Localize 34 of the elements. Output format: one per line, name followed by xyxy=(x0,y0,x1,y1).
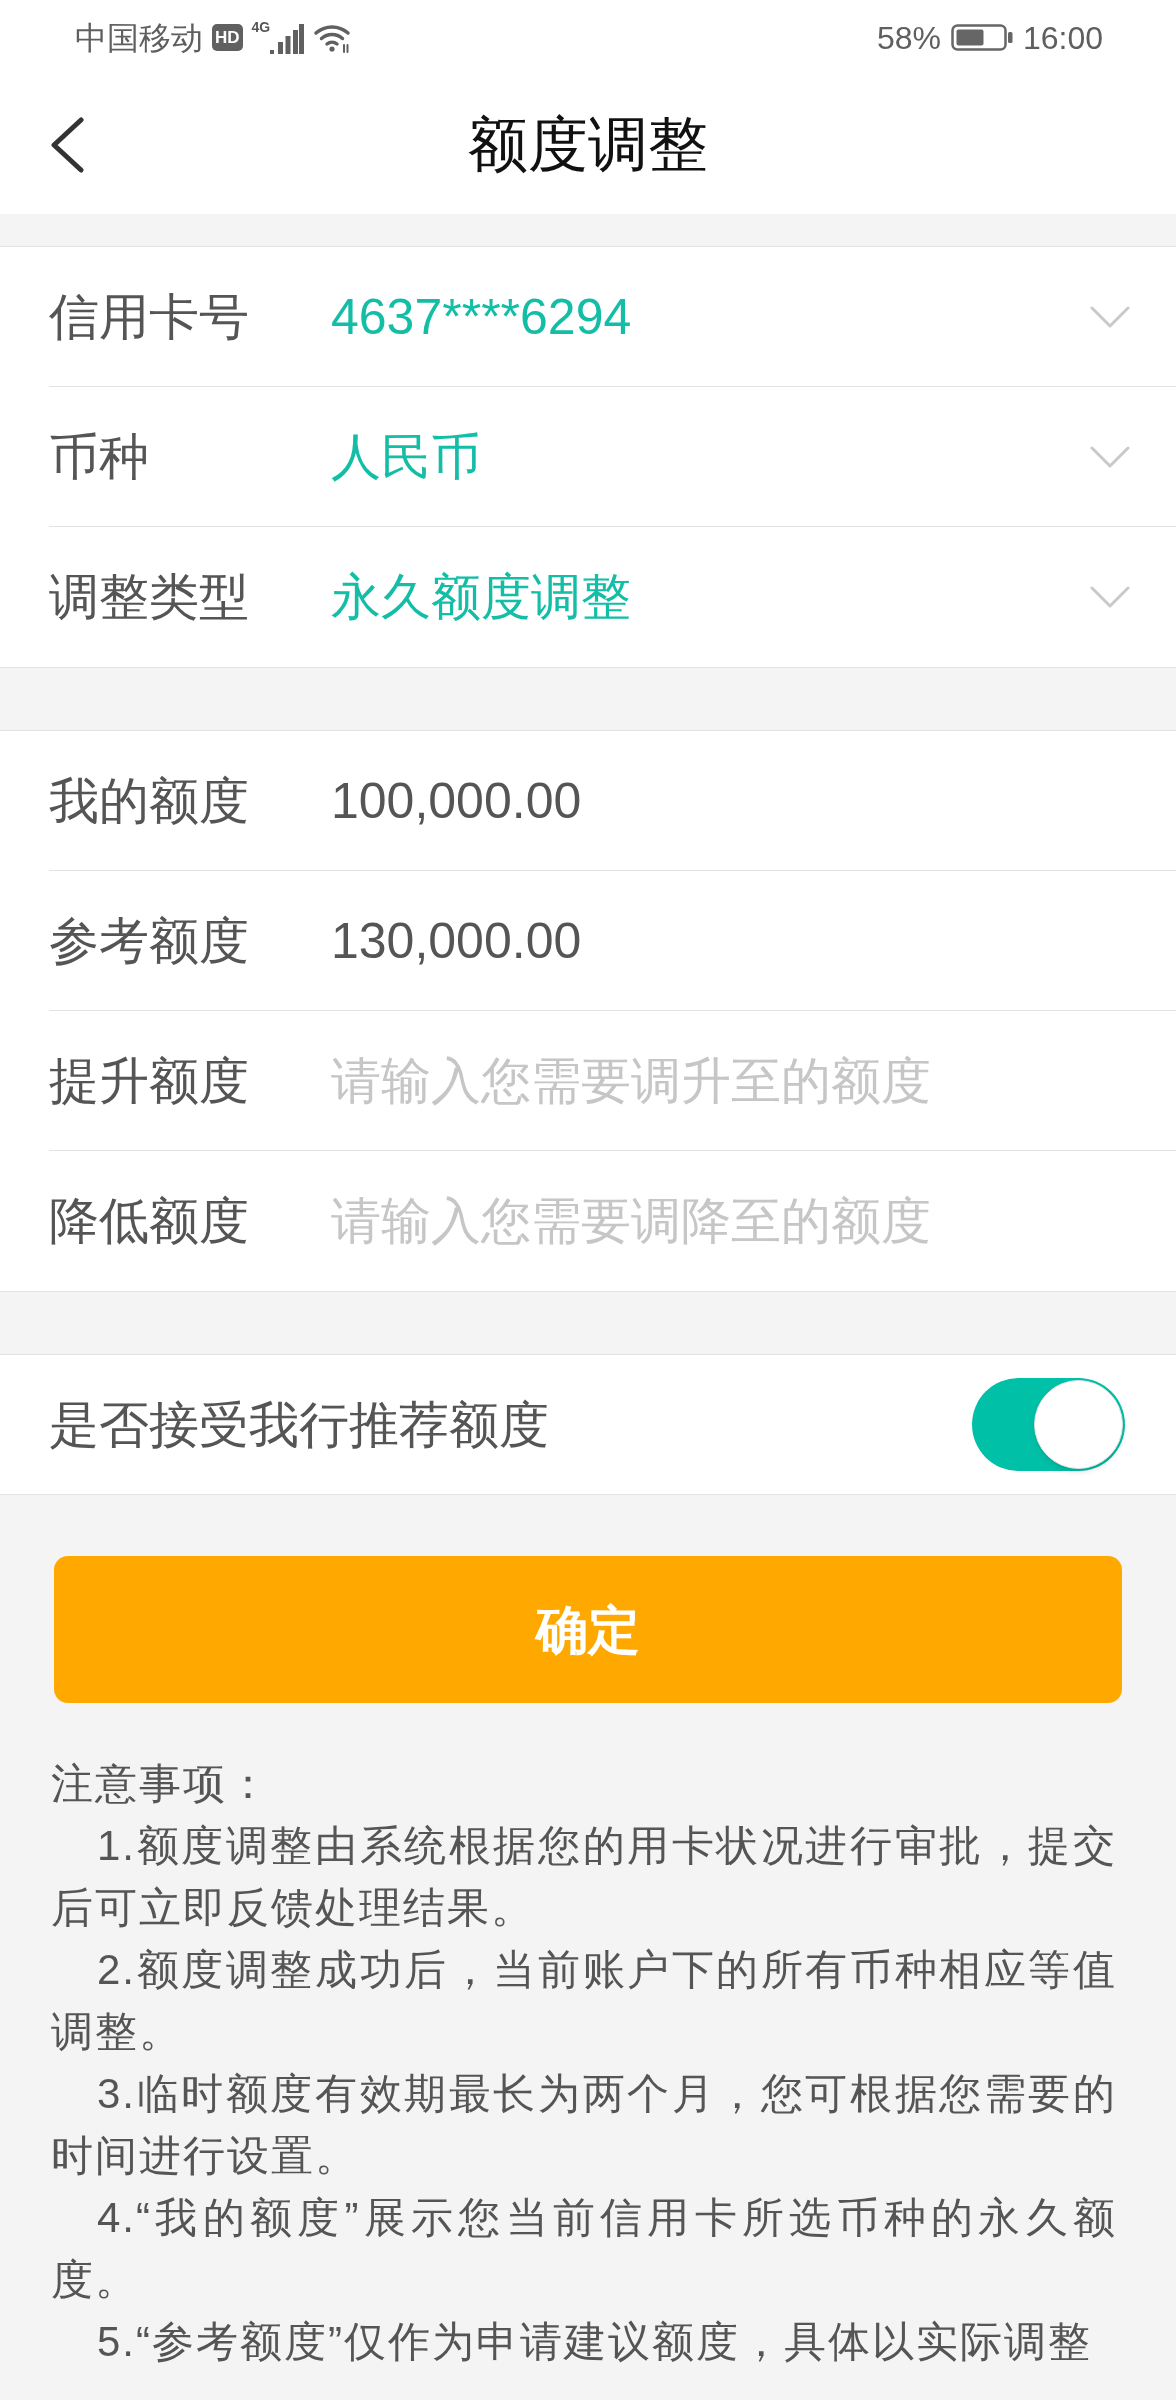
note-item: 4.“我的额度”展示您当前信用卡所选币种的永久额度。 xyxy=(51,2193,1117,2305)
battery-icon xyxy=(950,24,1013,51)
clock-time: 16:00 xyxy=(1022,21,1103,54)
hd-badge: HD xyxy=(212,24,243,51)
page-title: 额度调整 xyxy=(468,114,708,175)
notes-title: 注意事项： xyxy=(51,1759,272,1809)
chevron-down-icon xyxy=(1090,586,1130,608)
back-icon[interactable] xyxy=(50,116,84,173)
amount-value: 100,000.00 xyxy=(331,775,582,826)
chevron-down-icon xyxy=(1090,445,1130,468)
note-item: 2.额度调整成功后，当前账户下的所有币种相应等值调整。 xyxy=(51,1945,1117,2057)
dropdown-value[interactable]: 永久额度调整 xyxy=(331,572,1090,622)
battery-percent: 58% xyxy=(876,21,941,54)
input-field[interactable]: 请输入您需要调升至的额度 xyxy=(331,1040,1130,1121)
carrier-name: 中国移动 xyxy=(75,21,203,54)
amount-value: 130,000.00 xyxy=(331,915,582,966)
note-item: 1.额度调整由系统根据您的用卡状况进行审批，提交后可立即反馈处理结果。 xyxy=(51,1821,1117,1933)
field-label: 参考额度 xyxy=(49,915,250,966)
setting-label: 是否接受我行推荐额度 xyxy=(49,1399,549,1450)
chevron-down-icon xyxy=(1090,305,1130,328)
field-label: 我的额度 xyxy=(49,775,250,826)
note-item: 5.“参考额度”仅作为申请建议额度，具体以实际调整 xyxy=(96,2317,1093,2367)
field-label: 调整类型 xyxy=(49,572,250,622)
field-label: 提升额度 xyxy=(49,1055,250,1106)
input-field[interactable]: 请输入您需要调降至的额度 xyxy=(331,1181,1130,1261)
confirm-button[interactable]: 确定 xyxy=(54,1556,1122,1703)
field-label: 信用卡号 xyxy=(49,291,250,342)
note-item: 3.临时额度有效期最长为两个月，您可根据您需要的时间进行设置。 xyxy=(51,2069,1117,2181)
dropdown-value[interactable]: 4637****6294 xyxy=(331,291,1090,342)
field-label: 币种 xyxy=(49,431,150,482)
signal-icon xyxy=(270,23,305,54)
network-type: 4G xyxy=(251,19,271,34)
dropdown-value[interactable]: 人民币 xyxy=(331,431,1090,482)
field-label: 降低额度 xyxy=(49,1196,250,1246)
